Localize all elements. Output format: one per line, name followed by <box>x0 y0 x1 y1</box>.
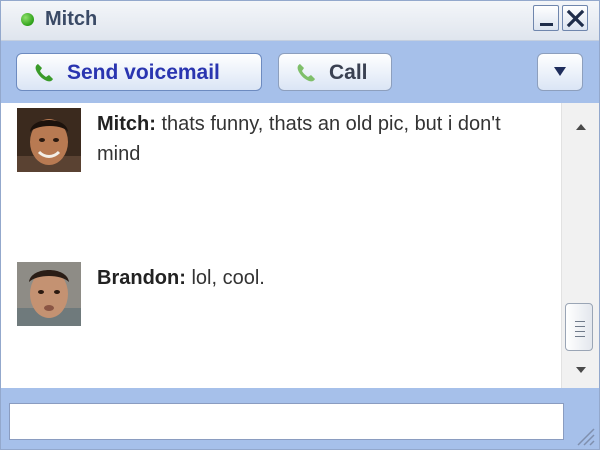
minimize-button[interactable] <box>533 5 559 31</box>
call-label: Call <box>329 61 368 84</box>
minimize-icon <box>540 23 553 26</box>
avatar <box>17 262 81 326</box>
message-body: lol, cool. <box>185 267 265 289</box>
chat-window: Mitch Send voicemail Call Mitch: thats f… <box>0 0 600 450</box>
scroll-thumb[interactable] <box>565 303 593 351</box>
scroll-up-button[interactable] <box>562 115 600 139</box>
message-sender: Brandon: <box>97 267 186 289</box>
resize-grip-icon[interactable] <box>573 424 595 446</box>
close-button[interactable] <box>562 5 588 31</box>
contact-name: Mitch <box>45 8 98 30</box>
phone-icon <box>35 64 53 82</box>
message-text: Brandon: lol, cool. <box>97 263 547 293</box>
call-button[interactable]: Call <box>278 53 392 91</box>
grip-line <box>575 321 585 322</box>
arrow-up-icon <box>576 124 586 130</box>
grip-line <box>575 331 585 332</box>
message-body: thats funny, thats an old pic, but i don… <box>97 113 501 165</box>
message-sender: Mitch: <box>97 113 156 135</box>
message-list[interactable]: Mitch: thats funny, thats an old pic, bu… <box>1 103 561 388</box>
toolbar: Send voicemail Call <box>1 41 599 103</box>
message-input[interactable] <box>9 403 564 440</box>
close-icon <box>566 9 585 28</box>
message-scrollbar[interactable] <box>561 103 599 388</box>
online-status-icon <box>21 13 34 26</box>
scroll-down-button[interactable] <box>562 358 600 382</box>
message-text: Mitch: thats funny, thats an old pic, bu… <box>97 109 547 169</box>
arrow-down-icon <box>576 367 586 373</box>
title-bar[interactable]: Mitch <box>1 1 599 41</box>
grip-line <box>575 326 585 327</box>
grip-line <box>575 336 585 337</box>
input-bar <box>1 388 599 449</box>
avatar <box>17 108 81 172</box>
send-voicemail-label: Send voicemail <box>67 61 220 84</box>
phone-icon <box>297 64 315 82</box>
triangle-down-icon <box>554 67 566 76</box>
more-options-button[interactable] <box>537 53 583 91</box>
send-voicemail-button[interactable]: Send voicemail <box>16 53 262 91</box>
